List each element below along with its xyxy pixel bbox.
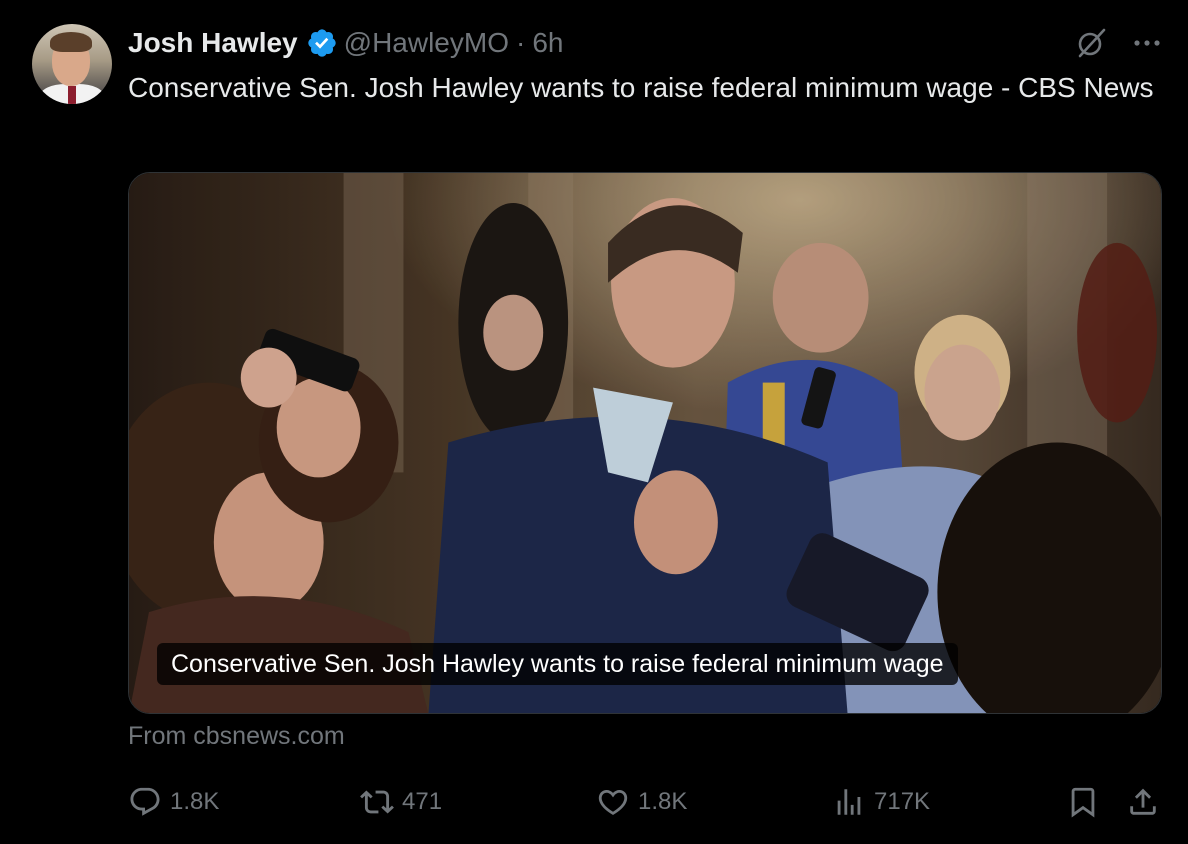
tweet-text: Conservative Sen. Josh Hawley wants to r… xyxy=(128,72,1154,103)
avatar[interactable] xyxy=(32,24,112,104)
card-caption: Conservative Sen. Josh Hawley wants to r… xyxy=(157,643,958,685)
views-icon xyxy=(837,789,861,815)
bookmark-icon xyxy=(1071,787,1095,818)
tweet-time[interactable]: 6h xyxy=(532,27,563,59)
news-photo xyxy=(129,173,1161,713)
heart-icon xyxy=(598,789,628,815)
avatar-hair xyxy=(50,32,92,52)
retweet-count: 471 xyxy=(402,788,443,815)
like-count: 1.8K xyxy=(638,788,688,815)
tweet[interactable]: Josh Hawley @HawleyMO · 6h Conservative … xyxy=(0,0,1188,844)
reply-button[interactable]: 1.8K xyxy=(128,782,219,822)
share-icon xyxy=(1130,788,1156,815)
avatar-tie xyxy=(68,86,76,104)
author-name[interactable]: Josh Hawley xyxy=(128,27,298,59)
tweet-actions: 1.8K 471 1.8K 717K xyxy=(128,782,1162,822)
retweet-icon xyxy=(360,790,394,814)
share-button[interactable] xyxy=(1126,782,1160,822)
separator-dot: · xyxy=(515,27,526,58)
link-card[interactable]: Conservative Sen. Josh Hawley wants to r… xyxy=(128,172,1162,714)
grok-icon[interactable] xyxy=(1074,26,1108,60)
like-button[interactable]: 1.8K xyxy=(596,782,687,822)
author-handle[interactable]: @HawleyMO xyxy=(344,27,509,59)
reply-icon xyxy=(130,787,160,816)
bookmark-button[interactable] xyxy=(1066,782,1100,822)
reply-count: 1.8K xyxy=(170,788,220,815)
views-count: 717K xyxy=(874,788,931,815)
top-actions xyxy=(1074,26,1162,60)
views-button[interactable]: 717K xyxy=(832,782,930,822)
verified-badge-icon[interactable] xyxy=(306,27,338,59)
card-source[interactable]: From cbsnews.com xyxy=(128,722,345,751)
tweet-header: Josh Hawley @HawleyMO · 6h xyxy=(128,26,563,60)
more-options-icon[interactable] xyxy=(1132,28,1162,58)
retweet-button[interactable]: 471 xyxy=(360,782,442,822)
